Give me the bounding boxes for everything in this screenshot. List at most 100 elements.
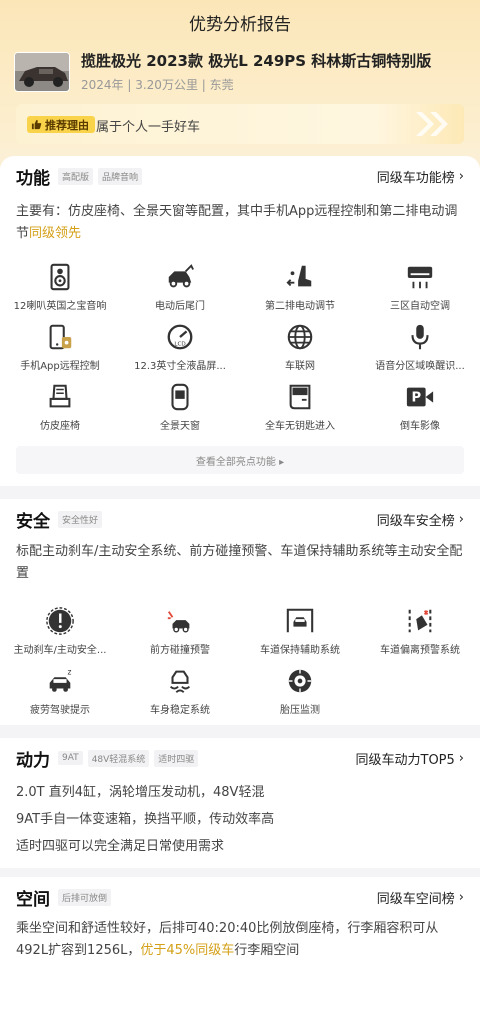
feature-item[interactable]: 前方碰撞预警 — [120, 605, 240, 663]
sunroof-icon — [164, 381, 196, 413]
space-section: 空间 后排可放倒 同级车空间榜 › 乘坐空间和舒适性较好，后排可40:20:40比… — [0, 877, 480, 1019]
rank-label: 同级车空间榜 — [376, 891, 455, 907]
feature-item[interactable]: 车道偏离预警系统 — [360, 605, 480, 663]
feature-item[interactable]: 全景天窗 — [120, 381, 240, 439]
function-rank-link[interactable]: 同级车功能榜 › — [377, 156, 464, 196]
car-city: 东莞 — [209, 78, 234, 92]
feature-label: 车身稳定系统 — [150, 705, 210, 716]
seat-adjust-icon — [284, 261, 316, 293]
power-section: 动力 9AT 48V轻混系统 适时四驱 同级车动力TOP5 › 2.0T 直列4缸… — [0, 738, 480, 868]
chevron-right-icon: › — [458, 511, 464, 527]
description-text: 行李厢空间 — [234, 943, 300, 958]
globe-icon — [284, 321, 316, 353]
section-tag: 适时四驱 — [154, 749, 199, 767]
collision-warning-icon — [164, 605, 196, 637]
section-title: 安全 — [16, 511, 50, 532]
feature-item[interactable]: LCD 12.3英寸全液晶屏... — [120, 321, 240, 379]
feature-label: 手机App远程控制 — [20, 361, 100, 372]
feature-item[interactable]: 车联网 — [240, 321, 360, 379]
space-description: 乘坐空间和舒适性较好，后排可40:20:40比例放倒座椅，行李厢容积可从492L… — [16, 918, 464, 962]
lane-departure-icon — [404, 605, 436, 637]
leather-seat-icon — [44, 381, 76, 413]
feature-item[interactable]: P 倒车影像 — [360, 381, 480, 439]
feature-label: 车道保持辅助系统 — [260, 645, 340, 656]
feature-item[interactable]: 胎压监测 — [240, 665, 360, 723]
feature-item[interactable]: 主动刹车/主动安全... — [0, 605, 120, 663]
section-divider — [0, 868, 480, 876]
section-divider — [0, 486, 480, 494]
safety-description: 标配主动刹车/主动安全系统、前方碰撞预警、车道保持辅助系统等主动安全配置 — [16, 544, 463, 581]
brake-warning-icon — [44, 605, 76, 637]
power-rank-link[interactable]: 同级车动力TOP5 › — [356, 738, 465, 778]
feature-item[interactable]: z 疲劳驾驶提示 — [0, 665, 120, 723]
car-summary[interactable]: 揽胜极光 2023款 极光L 249PS 科林斯古铜特别版 2024年 | 3.… — [14, 50, 466, 96]
description-highlight: 优于45%同级车 — [140, 943, 235, 958]
car-meta: 2024年 | 3.20万公里 | 东莞 — [81, 76, 234, 93]
section-divider — [0, 725, 480, 733]
feature-label: 车道偏离预警系统 — [380, 645, 460, 656]
feature-item[interactable]: 车身稳定系统 — [120, 665, 240, 723]
safety-header: 安全 安全性好 — [16, 499, 107, 539]
tailgate-icon — [164, 261, 196, 293]
feature-item[interactable]: 仿皮座椅 — [0, 381, 120, 439]
feature-label: 胎压监测 — [280, 705, 320, 716]
parking-camera-icon: P — [404, 381, 436, 413]
description-highlight: 同级领先 — [29, 226, 82, 241]
feature-item[interactable]: 全车无钥匙进入 — [240, 381, 360, 439]
section-tag: 品牌音响 — [98, 167, 143, 185]
tire-pressure-icon — [284, 665, 316, 697]
space-rank-link[interactable]: 同级车空间榜 › — [377, 877, 464, 917]
feature-item[interactable]: 三区自动空调 — [360, 261, 480, 319]
car-mileage: 3.20万公里 — [135, 78, 198, 92]
lcd-dashboard-icon: LCD — [164, 321, 196, 353]
decorative-chevrons-icon — [416, 112, 448, 136]
function-header: 功能 高配版 品牌音响 — [16, 156, 147, 196]
feature-label: 主动刹车/主动安全... — [13, 645, 107, 656]
feature-label: 疲劳驾驶提示 — [30, 705, 90, 716]
feature-label: 第二排电动调节 — [265, 301, 335, 312]
feature-label: 仿皮座椅 — [40, 421, 80, 432]
feature-item[interactable]: 车道保持辅助系统 — [240, 605, 360, 663]
lane-keep-icon — [284, 605, 316, 637]
feature-label: 语音分区域唤醒识... — [375, 361, 465, 372]
fatigue-icon: z — [44, 665, 76, 697]
safety-rank-link[interactable]: 同级车安全榜 › — [377, 499, 464, 539]
section-tag: 后排可放倒 — [58, 888, 112, 906]
thumbs-up-icon — [31, 119, 42, 130]
feature-label: 三区自动空调 — [390, 301, 450, 312]
power-line: 2.0T 直列4缸，涡轮增压发动机，48V轻混 — [16, 785, 265, 800]
stability-icon — [164, 665, 196, 697]
feature-item[interactable]: 第二排电动调节 — [240, 261, 360, 319]
feature-item[interactable]: 12喇叭英国之宝音响 — [0, 261, 120, 319]
section-tag: 48V轻混系统 — [87, 749, 150, 767]
rank-label: 同级车安全榜 — [376, 513, 455, 529]
feature-label: 12.3英寸全液晶屏... — [134, 361, 226, 372]
car-name: 揽胜极光 2023款 极光L 249PS 科林斯古铜特别版 — [81, 52, 432, 70]
section-title: 动力 — [16, 750, 50, 771]
meta-separator: | — [197, 78, 210, 92]
power-header: 动力 9AT 48V轻混系统 适时四驱 — [16, 738, 203, 778]
feature-item[interactable]: 手机App远程控制 — [0, 321, 120, 379]
meta-separator: | — [123, 78, 136, 92]
feature-label: 全景天窗 — [160, 421, 200, 432]
recommend-text: 属于个人一手好车 — [96, 120, 201, 135]
recommend-tag: 推荐理由 — [27, 116, 95, 133]
feature-item[interactable]: 语音分区域唤醒识... — [360, 321, 480, 379]
description-text: 主要有：仿皮座椅、全景天窗等配置，其中手机App远程控制和第二排电动调节 — [16, 204, 458, 241]
view-all-features-button[interactable]: 查看全部亮点功能 ▸ — [16, 446, 464, 474]
svg-text:z: z — [68, 667, 72, 676]
page-title: 优势分析报告 — [189, 14, 291, 35]
feature-label: 全车无钥匙进入 — [265, 421, 335, 432]
microphone-icon — [404, 321, 436, 353]
safety-section: 安全 安全性好 同级车安全榜 › 标配主动刹车/主动安全系统、前方碰撞预警、车道保… — [0, 499, 480, 725]
svg-text:P: P — [411, 391, 421, 406]
feature-item[interactable]: 电动后尾门 — [120, 261, 240, 319]
car-year: 2024年 — [81, 78, 124, 92]
rank-label: 同级车功能榜 — [376, 170, 455, 186]
function-description: 主要有：仿皮座椅、全景天窗等配置，其中手机App远程控制和第二排电动调节同级领先 — [16, 201, 464, 245]
chevron-right-icon: › — [458, 889, 464, 905]
feature-label: 电动后尾门 — [155, 301, 205, 312]
speaker-icon — [44, 261, 76, 293]
feature-label: 12喇叭英国之宝音响 — [13, 301, 107, 312]
air-conditioner-icon — [404, 261, 436, 293]
